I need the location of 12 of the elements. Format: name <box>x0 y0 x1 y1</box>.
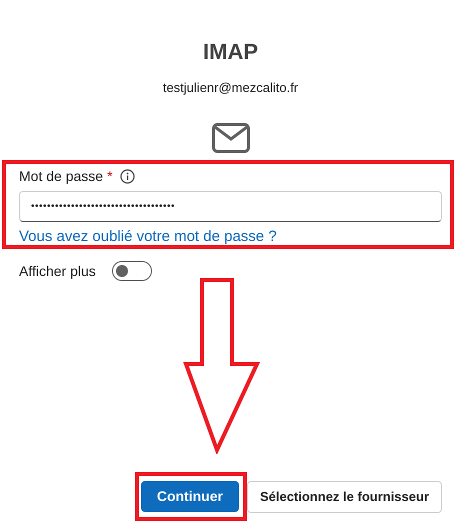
password-field[interactable]: •••••••••••••••••••••••••••••••••••• <box>19 191 442 222</box>
required-mark: * <box>107 167 113 186</box>
continue-button[interactable]: Continuer <box>140 481 239 512</box>
toggle-label: Afficher plus <box>19 262 96 281</box>
page-title: IMAP <box>203 38 258 66</box>
info-icon[interactable] <box>120 168 135 184</box>
forgot-password-link[interactable]: Vous avez oublié votre mot de passe ? <box>19 226 277 248</box>
select-provider-button[interactable]: Sélectionnez le fournisseur <box>246 481 442 513</box>
toggle-switch[interactable] <box>112 261 152 281</box>
email-address: testjulienr@mezcalito.fr <box>162 79 298 97</box>
envelope-icon <box>212 123 250 153</box>
field-label: Mot de passe <box>19 167 104 186</box>
